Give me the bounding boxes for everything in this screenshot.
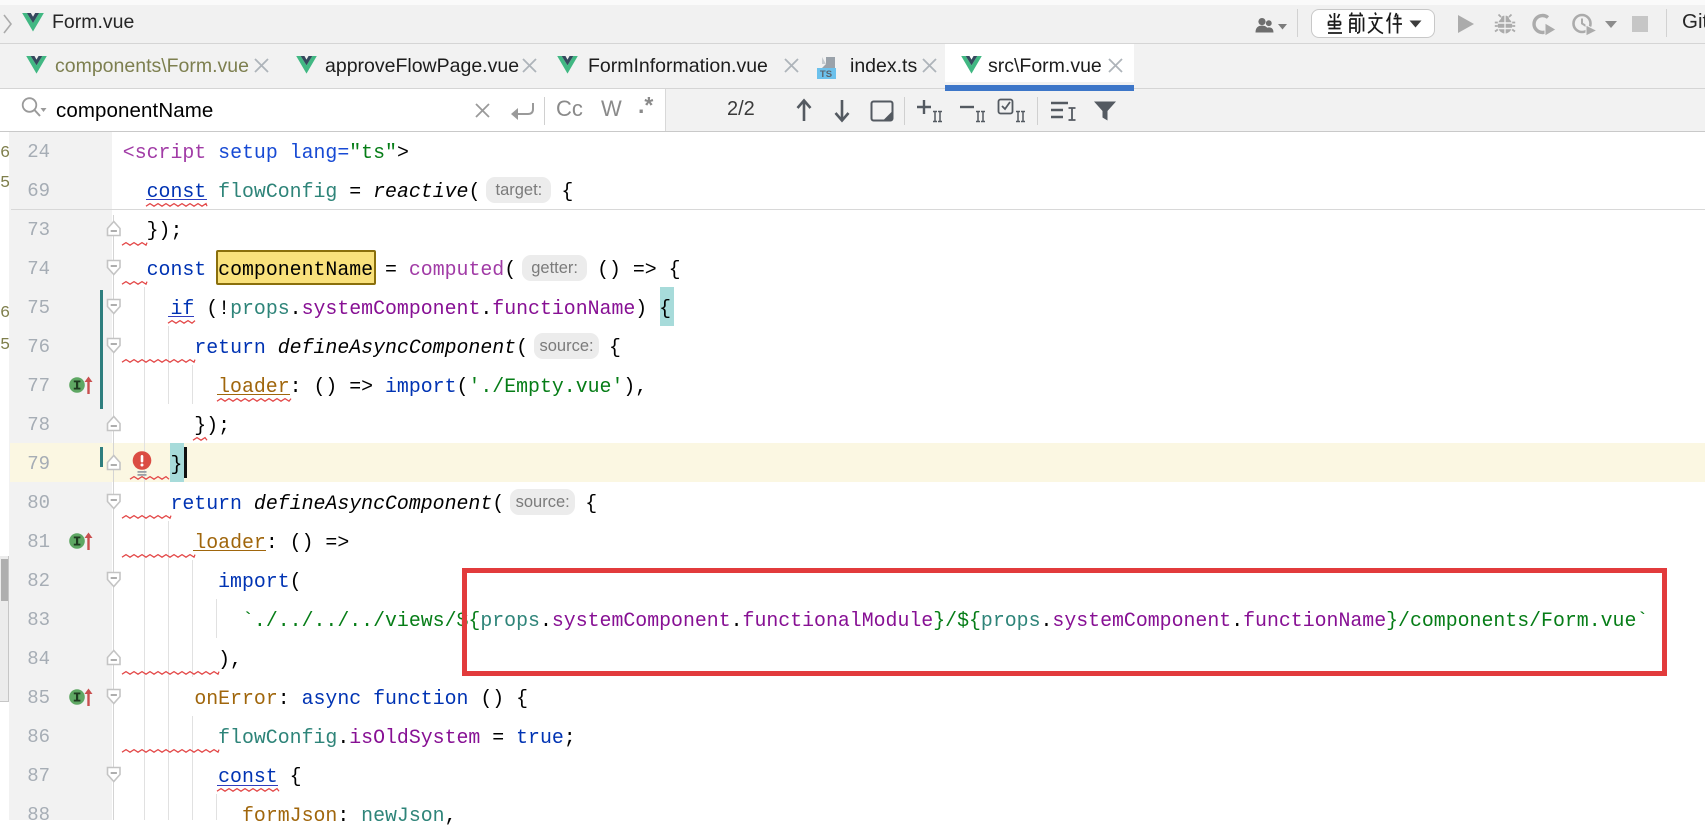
svg-text:TS: TS [820, 69, 832, 80]
